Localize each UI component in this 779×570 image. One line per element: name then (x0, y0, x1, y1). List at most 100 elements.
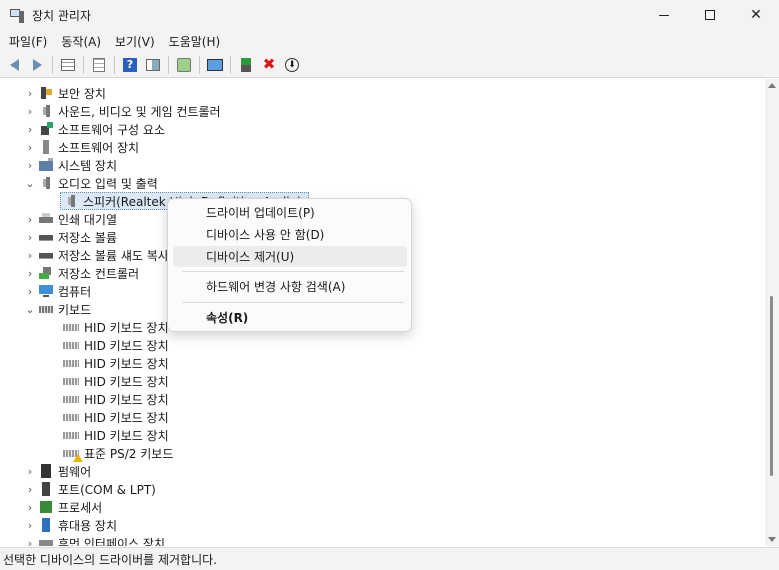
menu-bar: 파일(F) 동작(A) 보기(V) 도움말(H) (0, 30, 779, 52)
tree-label: 저장소 컨트롤러 (58, 266, 140, 281)
tree-device-hid-keyboard[interactable]: HID 키보드 장치 (60, 336, 169, 354)
tree-label: 컴퓨터 (58, 284, 92, 299)
security-key-icon (39, 86, 53, 100)
menu-help[interactable]: 도움말(H) (164, 33, 226, 50)
scroll-down-icon[interactable] (768, 537, 776, 542)
chevron-right-icon[interactable]: › (24, 537, 36, 547)
back-button[interactable] (4, 55, 24, 75)
printer-icon (39, 212, 53, 226)
keyboard-warning-icon (63, 446, 83, 462)
disable-device-button[interactable]: ⬇ (282, 55, 302, 75)
tree-device-ps2-keyboard[interactable]: 표준 PS/2 키보드 (60, 444, 173, 462)
chevron-right-icon[interactable]: › (24, 123, 36, 136)
chevron-right-icon[interactable]: › (24, 501, 36, 514)
context-uninstall-device[interactable]: 디바이스 제거(U) (173, 246, 407, 267)
menu-view[interactable]: 보기(V) (110, 33, 160, 50)
context-disable-device[interactable]: 디바이스 사용 안 함(D) (173, 224, 407, 245)
chevron-right-icon[interactable]: › (24, 483, 36, 496)
tree-category-firmware[interactable]: › 펌웨어 (24, 462, 91, 480)
tree-category-security[interactable]: › 보안 장치 (24, 84, 106, 102)
maximize-icon (705, 10, 715, 20)
context-properties[interactable]: 속성(R) (173, 307, 407, 328)
help-icon: ? (123, 57, 137, 72)
tree-label: 표준 PS/2 키보드 (84, 446, 174, 461)
keyboard-icon (63, 410, 79, 424)
tree-category-hid[interactable]: › 휴먼 인터페이스 장치 (24, 534, 165, 546)
menu-file[interactable]: 파일(F) (4, 33, 52, 50)
chevron-right-icon[interactable]: › (24, 519, 36, 532)
tree-category-system[interactable]: › 시스템 장치 (24, 156, 117, 174)
tree-category-keyboards[interactable]: ⌄ 키보드 (24, 300, 91, 318)
tree-device-hid-keyboard[interactable]: HID 키보드 장치 (60, 408, 169, 426)
tree-device-hid-keyboard[interactable]: HID 키보드 장치 (60, 426, 169, 444)
scan-hardware-button[interactable] (174, 55, 194, 75)
tree-category-shadow-copies[interactable]: › 저장소 볼륨 섀도 복사본 (24, 246, 180, 264)
uninstall-device-button[interactable]: ✖ (259, 55, 279, 75)
help-button[interactable]: ? (120, 55, 140, 75)
tree-category-ports[interactable]: › 포트(COM & LPT) (24, 480, 156, 498)
update-driver-button[interactable] (236, 55, 256, 75)
portable-device-icon (39, 518, 53, 532)
tree-category-software-components[interactable]: › 소프트웨어 구성 요소 (24, 120, 165, 138)
tree-category-sound[interactable]: › 사운드, 비디오 및 게임 컨트롤러 (24, 102, 221, 120)
keyboard-icon (63, 392, 79, 406)
tree-label: 보안 장치 (58, 86, 106, 101)
tree-device-hid-keyboard[interactable]: HID 키보드 장치 (60, 390, 169, 408)
chevron-right-icon[interactable]: › (24, 285, 36, 298)
forward-button[interactable] (27, 55, 47, 75)
menu-action[interactable]: 동작(A) (56, 33, 106, 50)
action-pane-button[interactable] (143, 55, 163, 75)
maximize-button[interactable] (687, 0, 733, 30)
monitor-button[interactable] (205, 55, 225, 75)
minimize-button[interactable] (641, 0, 687, 30)
toolbar-divider (199, 55, 200, 74)
chevron-right-icon[interactable]: › (24, 231, 36, 244)
tree-category-software-devices[interactable]: › 소프트웨어 장치 (24, 138, 139, 156)
chevron-right-icon[interactable]: › (24, 87, 36, 100)
hid-icon (39, 536, 53, 546)
vertical-scrollbar[interactable] (765, 79, 779, 546)
chevron-right-icon[interactable]: › (24, 141, 36, 154)
chevron-down-icon[interactable]: ⌄ (24, 303, 36, 316)
tree-category-processors[interactable]: › 프로세서 (24, 498, 102, 516)
chevron-right-icon[interactable]: › (24, 159, 36, 172)
scroll-up-icon[interactable] (768, 83, 776, 88)
storage-controller-icon (39, 266, 53, 280)
keyboard-icon (63, 320, 79, 334)
warning-icon (73, 454, 83, 462)
scrollbar-thumb[interactable] (770, 296, 773, 476)
storage-volume-icon (39, 230, 53, 244)
tree-category-print-queue[interactable]: › 인쇄 대기열 (24, 210, 117, 228)
tree-label: 인쇄 대기열 (58, 212, 118, 227)
chevron-right-icon[interactable]: › (24, 105, 36, 118)
toolbar-divider (168, 55, 169, 74)
tree-device-hid-keyboard[interactable]: HID 키보드 장치 (60, 372, 169, 390)
tree-category-storage-controllers[interactable]: › 저장소 컨트롤러 (24, 264, 139, 282)
close-button[interactable]: ✕ (733, 0, 779, 30)
tree-category-portable-devices[interactable]: › 휴대용 장치 (24, 516, 117, 534)
context-update-driver[interactable]: 드라이버 업데이트(P) (173, 202, 407, 223)
tree-category-audio-io[interactable]: ⌄ 오디오 입력 및 출력 (24, 174, 158, 192)
chevron-down-icon[interactable]: ⌄ (24, 177, 36, 190)
chevron-right-icon[interactable]: › (24, 213, 36, 226)
back-arrow-icon (9, 58, 19, 71)
keyboard-icon (63, 428, 79, 442)
toolbar-divider (52, 55, 53, 74)
tree-device-hid-keyboard[interactable]: HID 키보드 장치 (60, 318, 169, 336)
tree-label: HID 키보드 장치 (84, 410, 169, 425)
chevron-right-icon[interactable]: › (24, 267, 36, 280)
tree-device-hid-keyboard[interactable]: HID 키보드 장치 (60, 354, 169, 372)
tree-label: HID 키보드 장치 (84, 338, 169, 353)
forward-arrow-icon (32, 58, 42, 71)
tree-category-storage-volumes[interactable]: › 저장소 볼륨 (24, 228, 117, 246)
properties-button[interactable] (89, 55, 109, 75)
show-hide-tree-button[interactable] (58, 55, 78, 75)
tree-label: 휴먼 인터페이스 장치 (58, 536, 165, 547)
context-item-label: 디바이스 사용 안 함(D) (206, 228, 325, 242)
chevron-right-icon[interactable]: › (24, 465, 36, 478)
tree-category-computer[interactable]: › 컴퓨터 (24, 282, 91, 300)
keyboard-icon (63, 338, 79, 352)
context-scan-hardware[interactable]: 하드웨어 변경 사항 검색(A) (173, 276, 407, 297)
tree-label: 소프트웨어 구성 요소 (58, 122, 165, 137)
chevron-right-icon[interactable]: › (24, 249, 36, 262)
